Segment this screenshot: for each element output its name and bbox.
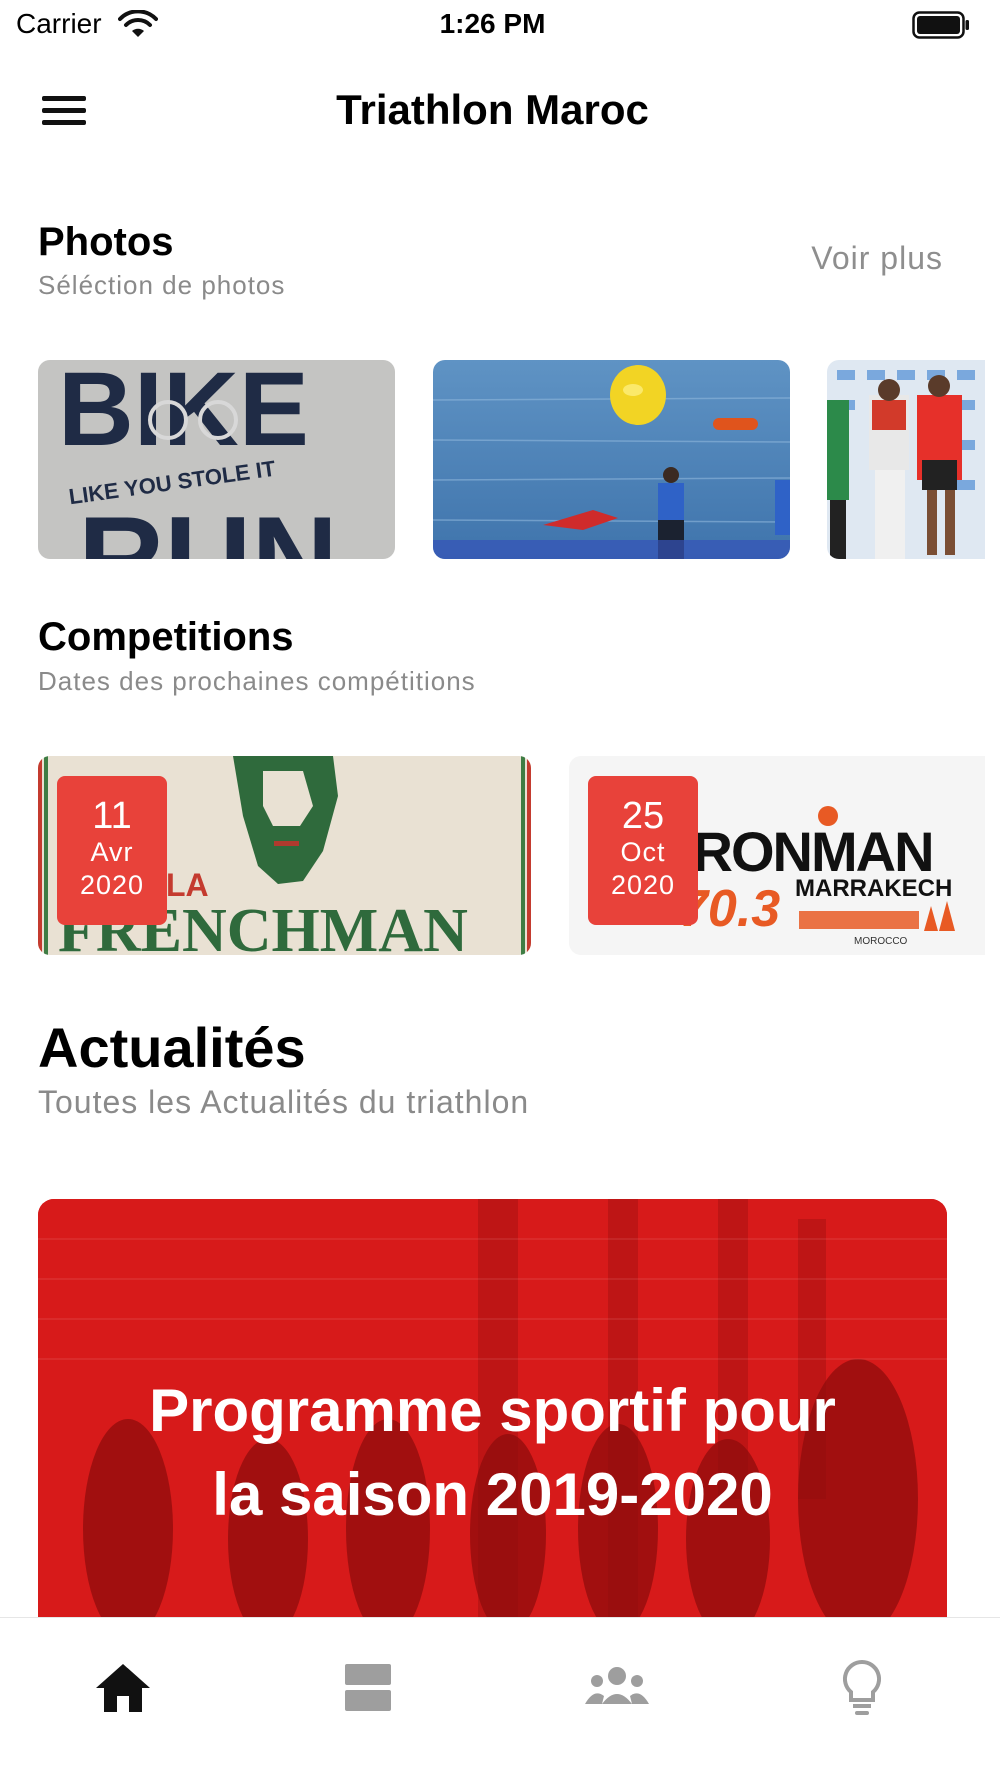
app-title: Triathlon Maroc <box>336 86 649 133</box>
news-headline: Programme sportif pour la saison 2019-20… <box>38 1369 947 1537</box>
ironman-city: MARRAKECH <box>795 875 952 902</box>
home-icon <box>96 1664 150 1712</box>
date-year: 2020 <box>610 870 676 900</box>
competition-card-ironman[interactable]: IRONMAN 70.3 MARRAKECH MOROCCO 25 Oct 20… <box>569 756 985 955</box>
people-icon <box>585 1667 649 1704</box>
competitions-title: Competitions <box>38 615 294 659</box>
list-icon <box>345 1664 391 1711</box>
tab-people[interactable] <box>582 1658 652 1718</box>
tab-ideas[interactable] <box>827 1658 897 1718</box>
news-headline-line2: la saison 2019-2020 <box>212 1461 773 1528</box>
competition-carousel[interactable]: LA FRENCHMAN 11 Avr 2020 IRONMAN 70.3 MA… <box>0 756 985 956</box>
date-year: 2020 <box>79 870 145 900</box>
photo-swim-start <box>433 360 790 559</box>
photo-bike-shirt: BIKE LIKE YOU STOLE IT RUN <box>38 360 395 559</box>
photo-carousel[interactable]: BIKE LIKE YOU STOLE IT RUN <box>0 360 985 560</box>
news-title: Actualités <box>38 1016 306 1079</box>
date-month: Avr <box>90 837 134 867</box>
photo-card-bike[interactable]: BIKE LIKE YOU STOLE IT RUN <box>38 360 395 559</box>
photos-title: Photos <box>38 220 174 264</box>
photos-subtitle: Séléction de photos <box>38 270 286 300</box>
ironman-text: IRONMAN <box>679 820 933 883</box>
date-badge: 11 Avr 2020 <box>57 776 167 925</box>
competition-card-frenchman[interactable]: LA FRENCHMAN 11 Avr 2020 <box>38 756 531 955</box>
tab-bar <box>0 1617 1000 1778</box>
photo-podium <box>827 360 985 559</box>
date-badge: 25 Oct 2020 <box>588 776 698 925</box>
tab-home[interactable] <box>88 1658 158 1718</box>
news-card[interactable]: Programme sportif pour la saison 2019-20… <box>38 1199 947 1639</box>
photo-card-podium[interactable] <box>827 360 985 559</box>
status-bar: Carrier 1:26 PM <box>0 0 1000 50</box>
tab-list[interactable] <box>333 1658 403 1718</box>
photo-card-swim[interactable] <box>433 360 790 559</box>
competitions-subtitle: Dates des prochaines compétitions <box>38 666 476 696</box>
voir-plus-link[interactable]: Voir plus <box>811 240 943 277</box>
photo-text-run: RUN <box>78 492 338 559</box>
date-day: 11 <box>92 795 132 837</box>
battery-icon <box>912 11 969 39</box>
news-headline-line1: Programme sportif pour <box>149 1377 836 1444</box>
news-subtitle: Toutes les Actualités du triathlon <box>38 1084 530 1120</box>
lightbulb-icon <box>842 1659 882 1715</box>
status-time: 1:26 PM <box>439 8 546 39</box>
date-month: Oct <box>620 837 666 867</box>
date-day: 25 <box>621 795 665 837</box>
ironman-country: MOROCCO <box>854 936 908 947</box>
